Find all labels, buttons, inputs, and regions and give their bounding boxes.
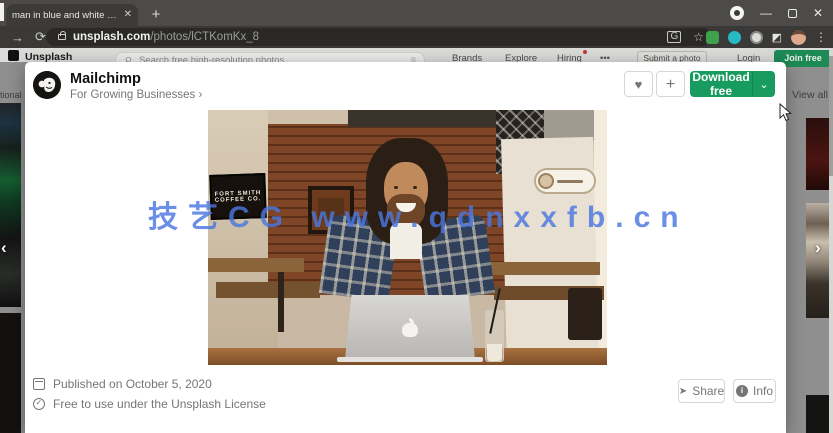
profile-avatar[interactable]: [791, 30, 806, 45]
mailchimp-avatar[interactable]: [33, 71, 61, 99]
translate-icon[interactable]: G: [667, 31, 681, 43]
add-to-collection-button[interactable]: +: [656, 71, 685, 97]
url-path: /photos/lCTKomKx_8: [150, 31, 259, 43]
next-photo-thumbnail-2[interactable]: [806, 203, 830, 318]
info-label: Info: [753, 384, 773, 398]
browser-tab[interactable]: man in blue and white striped s ✕: [6, 4, 138, 26]
forward-icon[interactable]: →: [11, 30, 24, 45]
mailchimp-monkey-icon: [33, 71, 61, 99]
new-tab-button[interactable]: +: [146, 5, 166, 25]
photo-bench-leg: [278, 272, 284, 332]
photo-oval-sign: [534, 168, 596, 194]
photo-left-bench: [216, 282, 320, 298]
tab-title: man in blue and white striped s: [12, 10, 120, 21]
background-thumbnail[interactable]: [0, 313, 21, 433]
apple-logo-icon: [402, 318, 418, 337]
address-bar[interactable]: unsplash.com /photos/lCTKomKx_8 G ☆: [46, 28, 712, 46]
notification-dot: [583, 50, 587, 54]
photo-vent-hood: [544, 110, 600, 140]
oval-sign-text-line: [557, 180, 583, 183]
share-button[interactable]: ➤ Share: [678, 379, 725, 403]
like-button[interactable]: ♥: [624, 71, 653, 97]
photo-man-right-eye: [413, 186, 417, 189]
adblock-extension-icon[interactable]: [706, 31, 719, 44]
record-indicator-icon[interactable]: [730, 6, 744, 20]
view-all-link[interactable]: View all: [792, 89, 833, 101]
tab-close-icon[interactable]: ✕: [124, 10, 132, 20]
extensions-row: ◩ ⋮: [706, 26, 827, 48]
close-window-icon[interactable]: ✕: [813, 7, 823, 19]
photo-drink-milk: [487, 344, 502, 361]
prev-photo-thumbnail[interactable]: [0, 103, 21, 307]
published-row: Published on October 5, 2020: [33, 377, 212, 391]
main-photo[interactable]: FORT SMITH COFFEE CO.: [208, 110, 607, 365]
license-check-icon: [33, 398, 45, 410]
mouse-cursor: [779, 103, 792, 127]
author-subtitle[interactable]: For Growing Businesses ›: [70, 89, 202, 101]
calendar-icon: [33, 378, 45, 390]
photo-ceiling-beam: [348, 110, 510, 127]
reload-icon[interactable]: ⟳: [35, 29, 46, 45]
share-arrow-icon: ➤: [679, 386, 687, 397]
next-photo-thumbnail-3[interactable]: [806, 395, 830, 433]
author-name[interactable]: Mailchimp: [70, 71, 141, 87]
watermark-cn: 技艺CG: [148, 201, 293, 234]
bookmark-star-icon[interactable]: ☆: [693, 30, 704, 44]
download-free-button[interactable]: Download free: [690, 70, 752, 98]
scrollbar-thumb[interactable]: [829, 56, 833, 176]
teal-extension-icon[interactable]: [728, 31, 741, 44]
download-split-button[interactable]: Download free ⌄: [690, 71, 775, 97]
license-row: Free to use under the Unsplash License: [33, 397, 266, 411]
lock-icon: [58, 34, 66, 40]
window-controls: — ✕: [730, 0, 829, 26]
maximize-icon[interactable]: [788, 9, 797, 18]
watermark-text: 技艺CG www.qdnxxfb.cn: [148, 192, 748, 236]
photo-laptop: [345, 295, 475, 359]
photo-wall-top: [268, 110, 358, 124]
extensions-puzzle-icon[interactable]: ◩: [772, 31, 782, 44]
published-text: Published on October 5, 2020: [53, 377, 212, 391]
photo-dark-case: [568, 288, 602, 340]
chrome-menu-icon[interactable]: ⋮: [815, 30, 827, 44]
info-icon: i: [736, 385, 748, 397]
window-edge: [0, 3, 4, 21]
minimize-icon[interactable]: —: [760, 7, 772, 19]
share-label: Share: [692, 384, 724, 398]
next-photo-thumbnail-1[interactable]: [806, 118, 830, 190]
browser-window: man in blue and white striped s ✕ + — ✕ …: [0, 0, 833, 433]
background-text-fragment: tional au: [0, 90, 24, 100]
prev-arrow-icon[interactable]: ‹: [1, 238, 7, 258]
license-text: Free to use under the Unsplash License: [53, 397, 266, 411]
photo-laptop-base: [337, 357, 483, 362]
next-arrow-icon[interactable]: ›: [815, 238, 821, 258]
gray-extension-icon[interactable]: [750, 31, 763, 44]
photo-man-left-eye: [394, 186, 398, 189]
info-button[interactable]: i Info: [733, 379, 776, 403]
url-host: unsplash.com: [73, 31, 150, 43]
unsplash-logo-icon[interactable]: [8, 50, 19, 61]
photo-left-table: [208, 258, 304, 272]
oval-sign-emblem: [538, 173, 554, 189]
watermark-url: www.qdnxxfb.cn: [311, 201, 688, 234]
download-options-chevron-icon[interactable]: ⌄: [753, 78, 775, 91]
photo-right-table: [480, 262, 600, 275]
